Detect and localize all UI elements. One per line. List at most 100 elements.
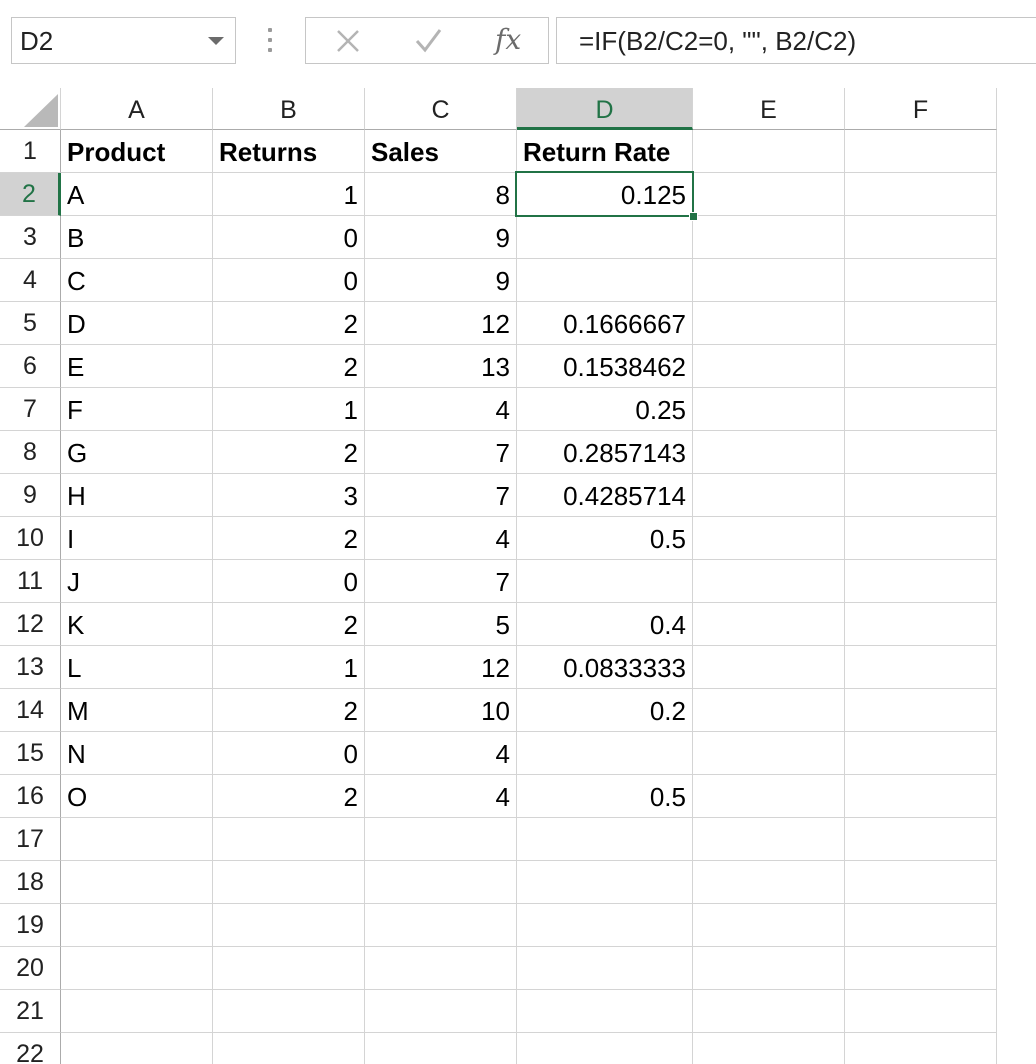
cell-d13[interactable]: 0.0833333 bbox=[517, 646, 693, 689]
row-header-17[interactable]: 17 bbox=[0, 818, 61, 861]
cell-a14[interactable]: M bbox=[61, 689, 213, 732]
insert-function-button[interactable]: fx bbox=[495, 23, 521, 56]
cell-c19[interactable] bbox=[365, 904, 517, 947]
cell-c3[interactable]: 9 bbox=[365, 216, 517, 259]
cell-d19[interactable] bbox=[517, 904, 693, 947]
cell-e19[interactable] bbox=[693, 904, 845, 947]
cell-c16[interactable]: 4 bbox=[365, 775, 517, 818]
cell-c7[interactable]: 4 bbox=[365, 388, 517, 431]
cell-c1[interactable]: Sales bbox=[365, 130, 517, 173]
cell-f13[interactable] bbox=[845, 646, 997, 689]
row-header-1[interactable]: 1 bbox=[0, 130, 61, 173]
cell-e15[interactable] bbox=[693, 732, 845, 775]
chevron-down-icon[interactable] bbox=[208, 37, 224, 45]
cell-b10[interactable]: 2 bbox=[213, 517, 365, 560]
cell-c4[interactable]: 9 bbox=[365, 259, 517, 302]
cell-e8[interactable] bbox=[693, 431, 845, 474]
row-header-2[interactable]: 2 bbox=[0, 173, 61, 216]
cell-c13[interactable]: 12 bbox=[365, 646, 517, 689]
cell-a9[interactable]: H bbox=[61, 474, 213, 517]
cell-f7[interactable] bbox=[845, 388, 997, 431]
row-header-21[interactable]: 21 bbox=[0, 990, 61, 1033]
cell-b21[interactable] bbox=[213, 990, 365, 1033]
cell-d4[interactable] bbox=[517, 259, 693, 302]
cell-b3[interactable]: 0 bbox=[213, 216, 365, 259]
cell-d7[interactable]: 0.25 bbox=[517, 388, 693, 431]
cell-c12[interactable]: 5 bbox=[365, 603, 517, 646]
row-header-4[interactable]: 4 bbox=[0, 259, 61, 302]
cell-a3[interactable]: B bbox=[61, 216, 213, 259]
cell-e13[interactable] bbox=[693, 646, 845, 689]
row-header-11[interactable]: 11 bbox=[0, 560, 61, 603]
cell-d11[interactable] bbox=[517, 560, 693, 603]
cell-e7[interactable] bbox=[693, 388, 845, 431]
cell-b17[interactable] bbox=[213, 818, 365, 861]
cell-e4[interactable] bbox=[693, 259, 845, 302]
cell-e21[interactable] bbox=[693, 990, 845, 1033]
cell-f8[interactable] bbox=[845, 431, 997, 474]
cell-e2[interactable] bbox=[693, 173, 845, 216]
row-header-5[interactable]: 5 bbox=[0, 302, 61, 345]
cell-f9[interactable] bbox=[845, 474, 997, 517]
cell-b16[interactable]: 2 bbox=[213, 775, 365, 818]
cell-e18[interactable] bbox=[693, 861, 845, 904]
cell-f2[interactable] bbox=[845, 173, 997, 216]
cell-c14[interactable]: 10 bbox=[365, 689, 517, 732]
row-header-14[interactable]: 14 bbox=[0, 689, 61, 732]
cell-d18[interactable] bbox=[517, 861, 693, 904]
cell-a7[interactable]: F bbox=[61, 388, 213, 431]
row-header-8[interactable]: 8 bbox=[0, 431, 61, 474]
cell-c22[interactable] bbox=[365, 1033, 517, 1064]
row-header-7[interactable]: 7 bbox=[0, 388, 61, 431]
column-header-b[interactable]: B bbox=[213, 88, 365, 130]
cell-f18[interactable] bbox=[845, 861, 997, 904]
cell-e20[interactable] bbox=[693, 947, 845, 990]
cell-b8[interactable]: 2 bbox=[213, 431, 365, 474]
cell-d5[interactable]: 0.1666667 bbox=[517, 302, 693, 345]
cell-a19[interactable] bbox=[61, 904, 213, 947]
cell-d1[interactable]: Return Rate bbox=[517, 130, 693, 173]
cell-b7[interactable]: 1 bbox=[213, 388, 365, 431]
cell-e16[interactable] bbox=[693, 775, 845, 818]
name-box[interactable]: D2 bbox=[11, 17, 236, 64]
cell-d9[interactable]: 0.4285714 bbox=[517, 474, 693, 517]
cell-f22[interactable] bbox=[845, 1033, 997, 1064]
cell-f1[interactable] bbox=[845, 130, 997, 173]
cell-b20[interactable] bbox=[213, 947, 365, 990]
cell-a1[interactable]: Product bbox=[61, 130, 213, 173]
row-header-9[interactable]: 9 bbox=[0, 474, 61, 517]
row-header-22[interactable]: 22 bbox=[0, 1033, 61, 1064]
cell-b14[interactable]: 2 bbox=[213, 689, 365, 732]
column-header-f[interactable]: F bbox=[845, 88, 997, 130]
cancel-button[interactable] bbox=[318, 18, 378, 63]
cell-d3[interactable] bbox=[517, 216, 693, 259]
row-header-19[interactable]: 19 bbox=[0, 904, 61, 947]
cell-b4[interactable]: 0 bbox=[213, 259, 365, 302]
cell-b13[interactable]: 1 bbox=[213, 646, 365, 689]
row-header-15[interactable]: 15 bbox=[0, 732, 61, 775]
drag-handle-icon[interactable] bbox=[268, 28, 274, 56]
cell-b6[interactable]: 2 bbox=[213, 345, 365, 388]
cell-a5[interactable]: D bbox=[61, 302, 213, 345]
cell-d21[interactable] bbox=[517, 990, 693, 1033]
cell-e6[interactable] bbox=[693, 345, 845, 388]
cell-f19[interactable] bbox=[845, 904, 997, 947]
cell-f6[interactable] bbox=[845, 345, 997, 388]
cell-e1[interactable] bbox=[693, 130, 845, 173]
cell-c8[interactable]: 7 bbox=[365, 431, 517, 474]
cell-a4[interactable]: C bbox=[61, 259, 213, 302]
cell-a15[interactable]: N bbox=[61, 732, 213, 775]
row-header-20[interactable]: 20 bbox=[0, 947, 61, 990]
spreadsheet-grid[interactable]: A B C D E F 1 Product Returns Sales Return Rate 2 A 1… bbox=[0, 88, 1036, 1064]
cell-f4[interactable] bbox=[845, 259, 997, 302]
cell-b5[interactable]: 2 bbox=[213, 302, 365, 345]
cell-f3[interactable] bbox=[845, 216, 997, 259]
formula-input[interactable]: =IF(B2/C2=0, "", B2/C2) bbox=[556, 17, 1036, 64]
select-all-button[interactable] bbox=[0, 88, 61, 130]
row-header-16[interactable]: 16 bbox=[0, 775, 61, 818]
cell-e10[interactable] bbox=[693, 517, 845, 560]
cell-d15[interactable] bbox=[517, 732, 693, 775]
column-header-a[interactable]: A bbox=[61, 88, 213, 130]
cell-f14[interactable] bbox=[845, 689, 997, 732]
row-header-12[interactable]: 12 bbox=[0, 603, 61, 646]
